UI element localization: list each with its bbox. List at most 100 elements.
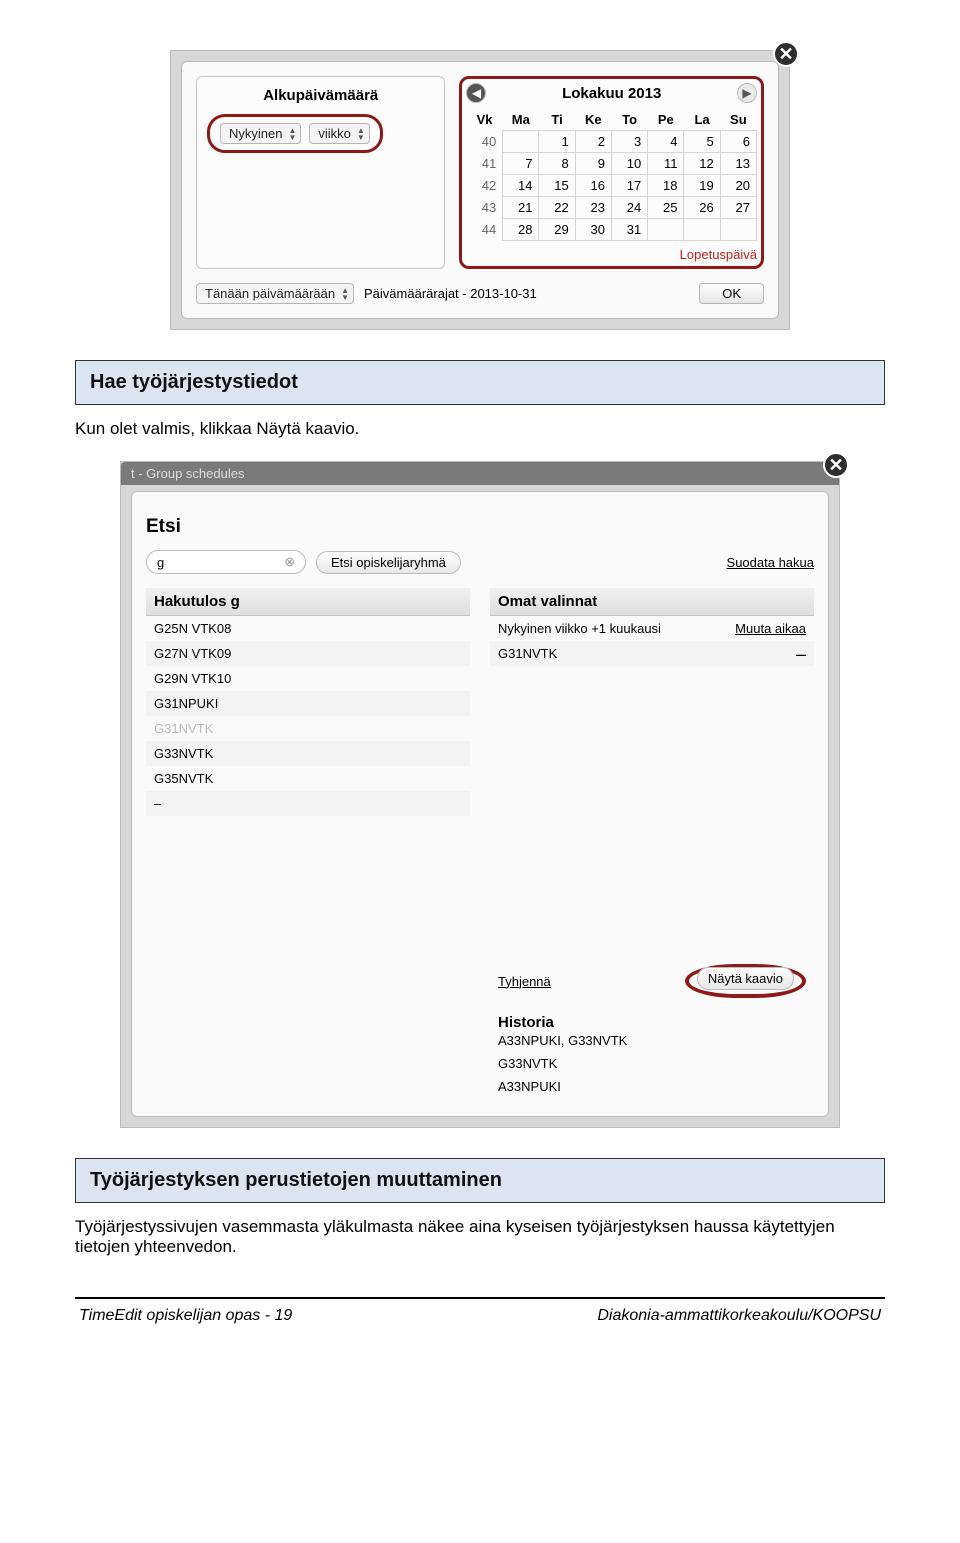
section-perus-body: Työjärjestyssivujen vasemmasta yläkulmas… [75,1217,885,1257]
search-screenshot: t - Group schedules ✕ Etsi g ⊗ Etsi opis… [120,461,840,1128]
cal-day[interactable]: 17 [611,175,647,197]
cal-day[interactable] [503,131,539,153]
filter-search-link[interactable]: Suodata hakua [727,555,814,570]
result-item[interactable]: G33NVTK [146,741,470,766]
footer-left: TimeEdit opiskelijan opas - 19 [79,1307,292,1325]
cal-day[interactable]: 14 [503,175,539,197]
stepper-icon: ▲▼ [341,287,349,301]
stepper-icon: ▲▼ [288,127,296,141]
cal-day[interactable]: 9 [575,153,611,175]
unit-select[interactable]: viikko ▲▼ [309,123,369,144]
cal-day[interactable]: 4 [648,131,684,153]
cal-day[interactable]: 23 [575,197,611,219]
current-select[interactable]: Nykyinen ▲▼ [220,123,301,144]
today-to-date-select[interactable]: Tänään päivämäärään ▲▼ [196,283,354,304]
current-select-label: Nykyinen [229,126,282,141]
result-item[interactable]: G31NPUKI [146,691,470,716]
section-hae-title: Hae työjärjestystiedot [75,360,885,405]
stepper-icon: ▲▼ [357,127,365,141]
date-range-text: Päivämäärärajat - 2013-10-31 [364,286,537,301]
cal-day[interactable]: 20 [720,175,756,197]
week-num: 41 [466,153,502,175]
result-item[interactable]: G35NVTK [146,766,470,791]
selection-range-text: Nykyinen viikko +1 kuukausi [498,621,661,636]
cal-day[interactable]: 3 [611,131,647,153]
cal-day[interactable]: 8 [539,153,575,175]
unit-select-label: viikko [318,126,351,141]
results-column: Hakutulos g G25N VTK08G27N VTK09G29N VTK… [146,588,470,1102]
cal-day[interactable]: 26 [684,197,720,219]
clear-input-icon[interactable]: ⊗ [284,554,295,570]
search-groups-button[interactable]: Etsi opiskelijaryhmä [316,551,461,574]
cal-day[interactable]: 27 [720,197,756,219]
cal-day[interactable]: 21 [503,197,539,219]
history-line[interactable]: G33NVTK [490,1056,814,1079]
search-title: Etsi [146,516,814,538]
history-line[interactable]: A33NPUKI, G33NVTK [490,1033,814,1056]
cal-day[interactable] [648,219,684,241]
cal-day[interactable]: 1 [539,131,575,153]
week-num: 40 [466,131,502,153]
search-input-value: g [157,555,164,570]
show-chart-button[interactable]: Näytä kaavio [697,967,794,990]
cal-day[interactable]: 24 [611,197,647,219]
search-input[interactable]: g ⊗ [146,550,306,574]
result-item[interactable]: G27N VTK09 [146,641,470,666]
cal-day[interactable]: 7 [503,153,539,175]
week-num: 44 [466,219,502,241]
ok-button[interactable]: OK [699,283,764,304]
end-date-label: Lopetuspäivä [466,247,757,262]
selections-column: Omat valinnat Nykyinen viikko +1 kuukaus… [490,588,814,1102]
dow-ti: Ti [539,109,575,131]
cal-day[interactable]: 15 [539,175,575,197]
next-month-button[interactable]: ▶ [737,83,757,103]
history-line[interactable]: A33NPUKI [490,1079,814,1102]
results-header: Hakutulos g [146,588,470,616]
today-to-date-label: Tänään päivämäärään [205,286,335,301]
result-item[interactable]: G25N VTK08 [146,616,470,641]
calendar-grid: Vk Ma Ti Ke To Pe La Su 40123456 4178910… [466,109,757,241]
cal-day[interactable]: 25 [648,197,684,219]
month-label: Lokakuu 2013 [562,85,661,102]
cal-day[interactable]: 2 [575,131,611,153]
section-hae-body: Kun olet valmis, klikkaa Näytä kaavio. [75,419,885,439]
cal-day[interactable]: 30 [575,219,611,241]
cal-day[interactable]: 16 [575,175,611,197]
result-item[interactable]: G31NVTK [146,716,470,741]
cal-day[interactable]: 6 [720,131,756,153]
week-num: 42 [466,175,502,197]
cal-day[interactable]: 29 [539,219,575,241]
cal-day[interactable]: 18 [648,175,684,197]
cal-day[interactable]: 5 [684,131,720,153]
window-tab-header: t - Group schedules [121,462,839,485]
selected-item[interactable]: G31NVTK – [490,641,814,666]
prev-month-button[interactable]: ◀ [466,83,486,103]
dow-vk: Vk [466,109,502,131]
cal-day[interactable]: 12 [684,153,720,175]
red-highlight-ellipse: Näytä kaavio [685,964,806,998]
remove-item-icon[interactable]: – [796,649,806,659]
result-item[interactable]: G29N VTK10 [146,666,470,691]
cal-day[interactable]: 10 [611,153,647,175]
dow-su: Su [720,109,756,131]
cal-day[interactable] [720,219,756,241]
cal-day[interactable]: 13 [720,153,756,175]
cal-day[interactable]: 11 [648,153,684,175]
selected-item-label: G31NVTK [498,646,557,661]
close-icon[interactable]: ✕ [823,452,849,478]
cal-day[interactable]: 31 [611,219,647,241]
history-title: Historia [490,1006,814,1033]
start-date-panel: Alkupäivämäärä Nykyinen ▲▼ viikko ▲▼ [196,76,445,269]
cal-day[interactable] [684,219,720,241]
change-time-link[interactable]: Muuta aikaa [735,621,806,636]
cal-day[interactable]: 22 [539,197,575,219]
start-date-title: Alkupäivämäärä [207,87,434,104]
dow-to: To [611,109,647,131]
clear-link[interactable]: Tyhjennä [498,974,551,989]
dow-ma: Ma [503,109,539,131]
dow-pe: Pe [648,109,684,131]
cal-day[interactable]: 19 [684,175,720,197]
cal-day[interactable]: 28 [503,219,539,241]
calendar-popup-screenshot: ✕ Alkupäivämäärä Nykyinen ▲▼ viikko ▲▼ [170,50,790,330]
result-item[interactable]: – [146,791,470,816]
